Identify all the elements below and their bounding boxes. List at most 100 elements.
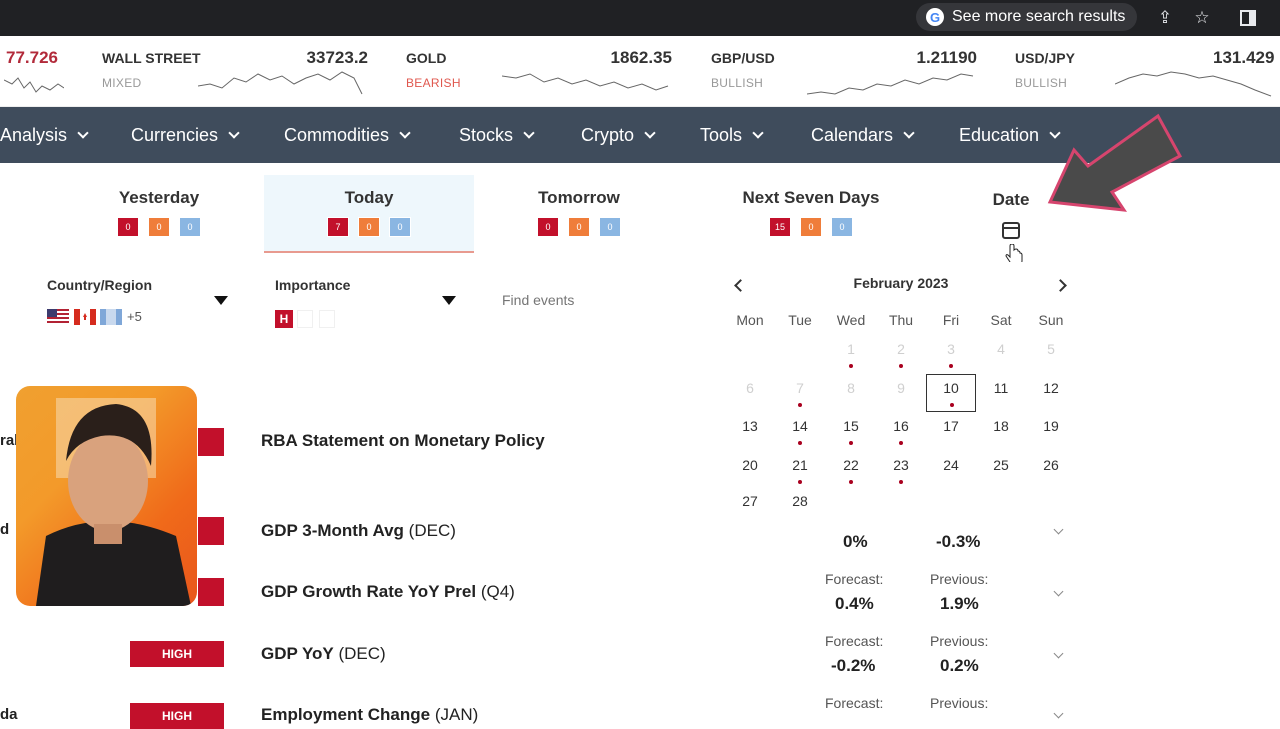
ticker-item[interactable]: 77.726 [0,36,70,106]
ticker-item[interactable]: USD/JPY 131.429 BULLISH [1015,36,1280,106]
ticker-name: WALL STREET [102,50,201,66]
forecast-label: Forecast: [825,695,884,711]
chevron-down-icon [228,126,240,139]
calendar-day[interactable]: 20 [725,452,775,490]
ticker-sparkline [198,71,363,95]
nav-commodities[interactable]: Commodities [284,107,411,163]
calendar-day[interactable]: 15 [826,413,876,451]
ticker-item[interactable]: GOLD 1862.35 BEARISH [406,36,672,106]
calendar-day[interactable]: 24 [926,452,976,490]
calendar-day[interactable]: 22 [826,452,876,490]
tab-date[interactable]: Date [990,190,1032,239]
expand-row-icon[interactable] [1053,586,1064,597]
calendar-day[interactable]: 17 [926,413,976,451]
calendar-icon[interactable] [1002,222,1020,239]
ticker-item[interactable]: WALL STREET 33723.2 MIXED [102,36,368,106]
weekday-label: Fri [942,312,960,328]
expand-row-icon[interactable] [1053,648,1064,659]
calendar-day[interactable]: 26 [1026,452,1076,490]
high-count-badge: 0 [117,217,139,237]
ticker-sparkline [4,77,64,93]
calendar-day: 4 [997,341,1005,357]
google-icon: G [926,8,944,26]
canada-flag-icon [74,309,96,325]
importance-dropdown-caret-icon[interactable] [442,296,456,305]
low-count-badge: 0 [599,217,621,237]
nav-label: Commodities [284,124,390,145]
tab-tomorrow[interactable]: Tomorrow 0 0 0 [508,175,650,253]
calendar-day: 6 [746,380,754,396]
market-ticker: 77.726 WALL STREET 33723.2 MIXED GOLD 18… [0,36,1280,107]
forecast-value: 0.4% [835,594,874,613]
nav-crypto[interactable]: Crypto [581,107,656,163]
share-icon[interactable]: ⇪ [1153,6,1177,30]
nav-analysis[interactable]: Analysis [0,107,89,163]
calendar-day: 8 [847,380,855,396]
calendar-day[interactable]: 21 [775,452,825,490]
ticker-item[interactable]: GBP/USD 1.21190 BULLISH [711,36,977,106]
event-name: RBA Statement on Monetary Policy [261,431,545,450]
ticker-sparkline [807,73,974,95]
calendar-day: 3 [926,336,976,374]
nav-stocks[interactable]: Stocks [459,107,535,163]
more-countries-count[interactable]: +5 [127,309,142,324]
forecast-label: Forecast: [825,571,884,587]
expand-row-icon[interactable] [1053,708,1064,719]
importance-high-badge: HIGH [130,703,224,729]
event-dot-icon [798,441,802,445]
calendar-day[interactable]: 28 [775,488,825,526]
calendar-day[interactable]: 18 [976,413,1026,451]
nav-label: Calendars [811,124,894,145]
tab-next-seven-days[interactable]: Next Seven Days 15 0 0 [730,175,892,253]
nav-currencies[interactable]: Currencies [131,107,240,163]
event-title[interactable]: GDP 3-Month Avg (DEC) [261,521,456,541]
webcam-overlay [16,386,197,606]
calendar-day[interactable]: 25 [976,452,1026,490]
calendar-day[interactable]: 23 [876,452,926,490]
medium-count-badge: 0 [148,217,170,237]
tab-label: Next Seven Days [742,188,880,207]
event-dot-icon [899,480,903,484]
event-title[interactable]: RBA Statement on Monetary Policy [261,431,545,451]
tab-yesterday[interactable]: Yesterday 0 0 0 [88,175,230,253]
calendar-day[interactable]: 10 [926,374,976,412]
importance-low-chip[interactable] [319,310,335,328]
importance-medium-chip[interactable] [297,310,313,328]
nav-label: Education [959,124,1040,145]
tab-today[interactable]: Today 7 0 0 [264,175,474,253]
importance-badge [198,428,224,456]
event-dot-icon [798,480,802,484]
calendar-day: 9 [897,380,905,396]
event-dot-icon [949,364,953,368]
country-region-label: Country/Region [47,277,152,293]
event-country: d [0,521,10,538]
calendar-day[interactable]: 11 [976,375,1026,413]
see-more-search-results-button[interactable]: G See more search results [916,3,1138,31]
weekday-label: Sat [990,312,1012,328]
sidebar-icon[interactable] [1236,6,1260,30]
nav-calendars[interactable]: Calendars [811,107,915,163]
event-title[interactable]: Employment Change (JAN) [261,705,478,725]
calendar-day[interactable]: 12 [1026,375,1076,413]
find-events-input[interactable] [502,287,702,313]
event-period: (DEC) [338,644,386,663]
event-title[interactable]: GDP Growth Rate YoY Prel (Q4) [261,582,515,602]
country-dropdown-caret-icon[interactable] [214,296,228,305]
calendar-day[interactable]: 13 [725,413,775,451]
importance-high-chip[interactable]: H [275,310,293,328]
star-icon[interactable]: ☆ [1190,6,1214,30]
previous-value: 0.2% [940,656,979,675]
calendar-day[interactable]: 27 [725,488,775,526]
event-dot-icon [899,441,903,445]
chevron-down-icon [644,126,656,139]
event-dot-icon [849,480,853,484]
event-country: da [0,706,18,723]
high-count-badge: 7 [327,217,349,237]
nav-tools[interactable]: Tools [700,107,764,163]
calendar-day[interactable]: 16 [876,413,926,451]
calendar-day[interactable]: 19 [1026,413,1076,451]
event-title[interactable]: GDP YoY (DEC) [261,644,386,664]
ticker-sparkline [502,73,669,91]
calendar-day[interactable]: 14 [775,413,825,451]
event-dot-icon [798,403,802,407]
